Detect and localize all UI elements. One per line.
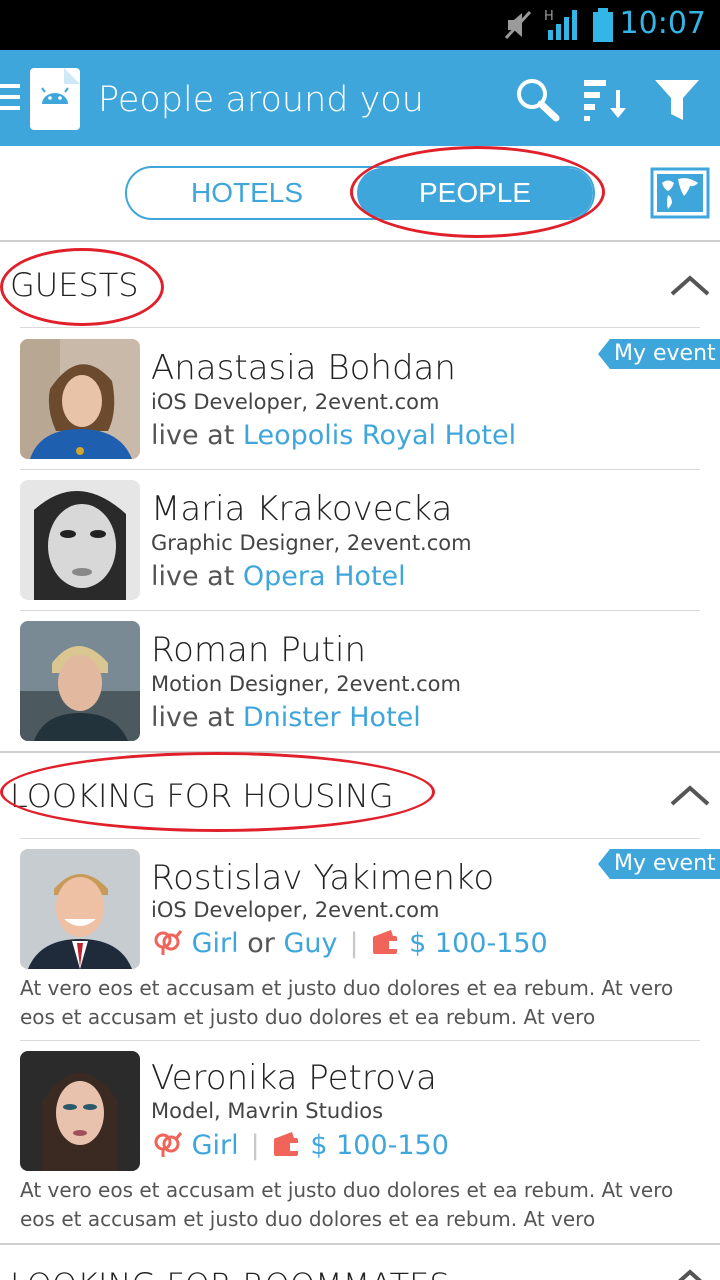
divider	[20, 838, 700, 839]
menu-icon[interactable]	[0, 84, 20, 112]
person-role: Motion Designer, 2event.com	[151, 672, 461, 696]
person-role: Model, Mavrin Studios	[151, 1099, 384, 1123]
person-description: At vero eos et accusam et justo duo dolo…	[20, 976, 674, 1029]
person-name: Veronika Petrova	[151, 1058, 437, 1098]
android-icon	[41, 68, 80, 104]
status-bar: H 10:07	[0, 0, 720, 50]
chevron-up-icon[interactable]	[668, 782, 712, 810]
avatar	[20, 480, 140, 600]
hotel-link[interactable]: Dnister Hotel	[243, 702, 421, 733]
or-label: or	[247, 928, 275, 959]
gender-pref: Guy	[283, 928, 338, 959]
wallet-icon	[372, 930, 399, 954]
filter-icon[interactable]	[652, 76, 702, 122]
gender-pref: Girl	[191, 928, 239, 959]
person-name: Maria Krakovecka	[151, 489, 453, 529]
section-title-housing: LOOKING FOR HOUSING	[10, 777, 394, 815]
person-description: At vero eos et accusam et justo duo dolo…	[20, 1178, 674, 1231]
app-bar: People around you	[0, 50, 720, 146]
battery-icon	[593, 8, 613, 42]
avatar	[20, 849, 140, 969]
search-icon[interactable]	[512, 76, 562, 122]
person-name: Roman Putin	[151, 630, 366, 670]
app-logo[interactable]	[30, 68, 80, 130]
chevron-up-icon[interactable]	[668, 272, 712, 300]
avatar	[20, 1051, 140, 1171]
status-time: 10:07	[619, 6, 706, 41]
mute-icon	[504, 10, 532, 40]
gender-icon	[154, 1132, 183, 1157]
divider	[0, 240, 720, 242]
price-range: $ 100-150	[310, 1130, 449, 1161]
hotel-link[interactable]: Leopolis Royal Hotel	[243, 420, 516, 451]
divider	[20, 610, 700, 611]
hotel-link[interactable]: Opera Hotel	[243, 561, 406, 592]
divider	[20, 327, 700, 328]
gender-pref: Girl	[191, 1130, 239, 1161]
divider	[20, 469, 700, 470]
person-name: Anastasia Bohdan	[151, 348, 456, 388]
chevron-up-icon[interactable]	[668, 1266, 712, 1280]
person-role: Graphic Designer, 2event.com	[151, 531, 472, 555]
person-name: Rostislav Yakimenko	[151, 858, 495, 898]
avatar	[20, 339, 140, 459]
person-location: live at Leopolis Royal Hotel	[151, 420, 516, 451]
divider	[0, 1243, 720, 1245]
my-event-badge: My event	[598, 849, 720, 879]
person-location: live at Opera Hotel	[151, 561, 406, 592]
gender-icon	[154, 930, 183, 955]
signal-type-label: H	[544, 9, 554, 24]
separator: |	[250, 1130, 260, 1161]
wallet-icon	[273, 1132, 300, 1156]
separator: |	[349, 928, 359, 959]
map-icon[interactable]	[650, 167, 710, 219]
page-title: People around you	[98, 80, 424, 120]
live-at-label: live at	[151, 420, 243, 451]
divider	[20, 1040, 700, 1041]
view-toggle: HOTELS PEOPLE	[125, 166, 595, 220]
section-title-roommates: LOOKING FOR ROOMMATES	[10, 1266, 450, 1280]
my-event-badge: My event	[598, 339, 720, 369]
tab-hotels[interactable]: HOTELS	[127, 168, 367, 218]
tab-people[interactable]: PEOPLE	[357, 168, 593, 218]
live-at-label: live at	[151, 561, 243, 592]
signal-icon: H	[544, 9, 577, 40]
live-at-label: live at	[151, 702, 243, 733]
divider	[0, 751, 720, 753]
avatar	[20, 621, 140, 741]
person-location: live at Dnister Hotel	[151, 702, 421, 733]
sort-icon[interactable]	[580, 76, 630, 122]
housing-preferences: Girl or Guy | $ 100-150	[151, 928, 548, 959]
price-range: $ 100-150	[409, 928, 548, 959]
person-role: iOS Developer, 2event.com	[151, 390, 440, 414]
person-role: iOS Developer, 2event.com	[151, 898, 440, 922]
section-title-guests: GUESTS	[10, 266, 139, 304]
housing-preferences: Girl | $ 100-150	[151, 1130, 449, 1161]
